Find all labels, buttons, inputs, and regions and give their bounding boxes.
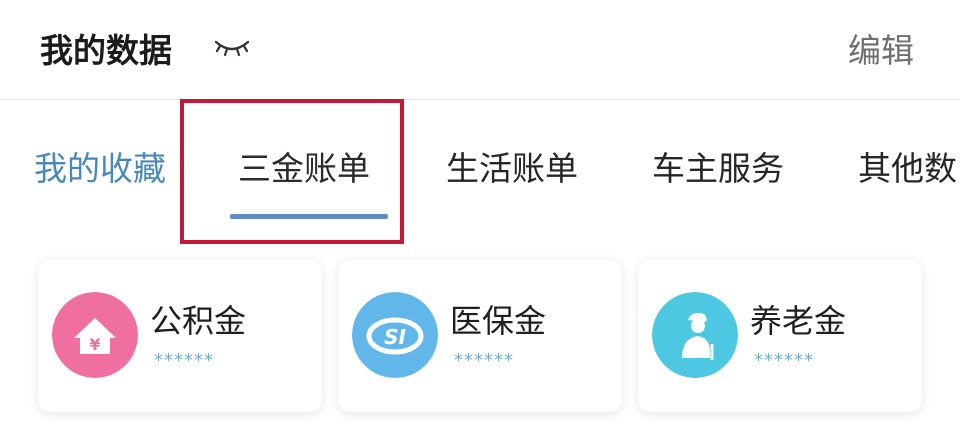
svg-text:¥: ¥ xyxy=(89,335,100,354)
tab-favorites[interactable]: 我的收藏 xyxy=(34,142,166,190)
elderly-person-icon xyxy=(652,292,738,378)
card-masked-value: ****** xyxy=(154,350,214,371)
card-label: 公积金 xyxy=(150,302,247,340)
house-yen-icon: ¥ xyxy=(52,292,138,378)
tab-car-owner-service[interactable]: 车主服务 xyxy=(652,142,784,190)
card-masked-value: ****** xyxy=(454,350,514,371)
edit-button[interactable]: 编辑 xyxy=(848,24,914,72)
header: 我的数据 编辑 xyxy=(0,0,960,100)
svg-text:SI: SI xyxy=(384,325,406,349)
card-label: 养老金 xyxy=(750,302,847,340)
highlight-box xyxy=(180,99,404,244)
tab-other-data[interactable]: 其他数 xyxy=(858,142,957,190)
data-cards: ¥ 公积金 ****** SI 医保金 ****** 养老金 ****** xyxy=(0,260,960,424)
eye-closed-icon[interactable] xyxy=(212,34,252,62)
card-label: 医保金 xyxy=(450,302,547,340)
card-masked-value: ****** xyxy=(754,350,814,371)
category-tabs: 我的收藏 三金账单 生活账单 车主服务 其他数 xyxy=(0,100,960,250)
card-medical-insurance[interactable]: SI 医保金 ****** xyxy=(338,260,622,412)
page-title: 我的数据 xyxy=(40,31,172,70)
tab-living-bill[interactable]: 生活账单 xyxy=(446,142,578,190)
card-pension[interactable]: 养老金 ****** xyxy=(638,260,922,412)
card-housing-fund[interactable]: ¥ 公积金 ****** xyxy=(38,260,322,412)
si-logo-icon: SI xyxy=(352,292,438,378)
